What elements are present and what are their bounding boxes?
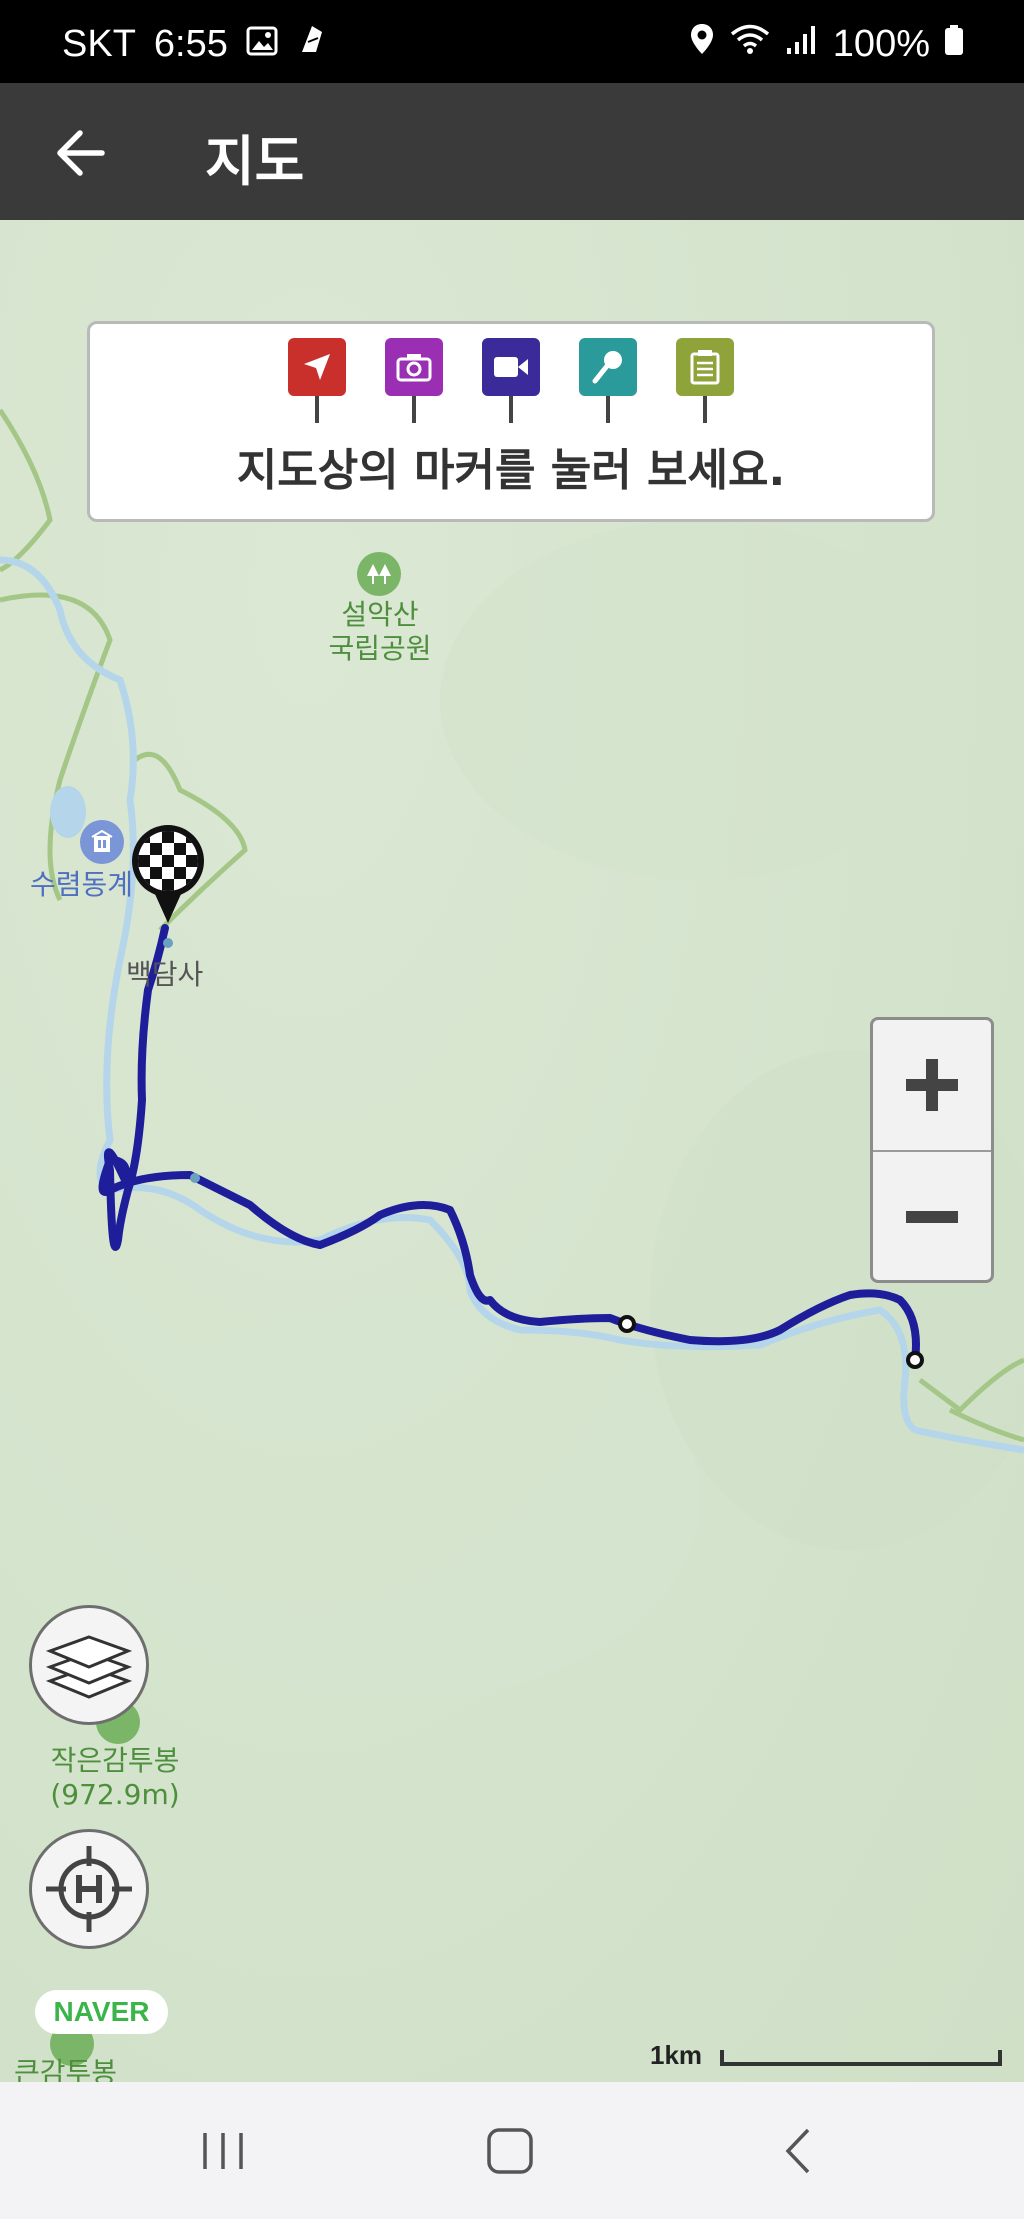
recent-apps-icon — [203, 2132, 243, 2169]
recent-apps-button[interactable] — [163, 2082, 283, 2219]
home-icon — [487, 2127, 533, 2174]
note-icon — [690, 350, 720, 385]
battery-icon — [944, 23, 964, 66]
camera-icon — [396, 354, 432, 382]
peak1-label: 작은감투봉 (972.9m) — [30, 1744, 200, 1811]
home-button[interactable] — [450, 2082, 570, 2219]
peak1-label-name: 작은감투봉 — [50, 1744, 180, 1777]
banner-instruction: 지도상의 마커를 눌러 보세요. — [236, 445, 786, 496]
peak1-label-height: (972.9m) — [50, 1777, 180, 1811]
video-marker — [482, 338, 540, 423]
park-label-line1: 설악산 — [341, 598, 419, 631]
layers-icon — [46, 1635, 132, 1699]
my-location-button[interactable] — [29, 1829, 149, 1949]
back-icon — [785, 2128, 810, 2173]
zoom-out-button[interactable] — [873, 1152, 991, 1282]
navigation-icon — [304, 354, 330, 380]
page-title: 지도 — [205, 130, 305, 193]
status-right: 100% — [689, 22, 964, 66]
finish-flag-marker[interactable] — [130, 825, 206, 925]
status-left: SKT 6:55 — [62, 22, 328, 66]
naver-logo: NAVER — [35, 1990, 168, 2034]
shelter-icon — [80, 820, 124, 864]
app-icon — [296, 22, 328, 66]
crosshair-icon — [46, 1846, 132, 1932]
system-back-button[interactable] — [738, 2082, 858, 2219]
battery-label: 100% — [832, 22, 930, 65]
time-label: 6:55 — [153, 22, 228, 65]
audio-marker — [579, 338, 637, 423]
park-label-line2: 국립공원 — [328, 631, 432, 665]
minus-icon — [906, 1211, 958, 1223]
scale-bar — [720, 2050, 1002, 2066]
memo-marker — [676, 338, 734, 423]
park-label: 설악산 국립공원 — [310, 598, 450, 665]
temple-label: 백담사 — [126, 958, 204, 991]
app-bar: 지도 — [0, 83, 1024, 220]
zoom-control — [870, 1017, 994, 1283]
microphone-icon — [592, 351, 622, 384]
signal-icon — [785, 23, 819, 66]
marker-info-banner: 지도상의 마커를 눌러 보세요. — [87, 321, 935, 522]
map-view[interactable]: 설악산 국립공원 수렴동계 백담사 작은감투봉 (972.9m) 큰감투봉 NA… — [0, 220, 1024, 2082]
status-bar: SKT 6:55 100% — [0, 0, 1024, 83]
scale-label: 1km — [650, 2040, 703, 2070]
location-marker — [288, 338, 346, 423]
shelter-label: 수렴동계 — [30, 868, 134, 901]
image-icon — [246, 23, 278, 66]
video-icon — [494, 357, 528, 377]
photo-marker — [385, 338, 443, 423]
location-icon — [689, 22, 715, 66]
marker-legend — [288, 338, 734, 423]
layers-button[interactable] — [29, 1605, 149, 1725]
arrow-left-icon — [57, 130, 105, 176]
wifi-icon — [729, 22, 771, 66]
peak2-label: 큰감투봉 — [14, 2056, 118, 2082]
zoom-in-button[interactable] — [873, 1020, 991, 1150]
park-icon — [357, 552, 401, 596]
back-button[interactable] — [40, 113, 120, 193]
carrier-label: SKT — [62, 22, 136, 65]
navigation-bar — [0, 2082, 1024, 2219]
plus-icon — [906, 1059, 958, 1111]
